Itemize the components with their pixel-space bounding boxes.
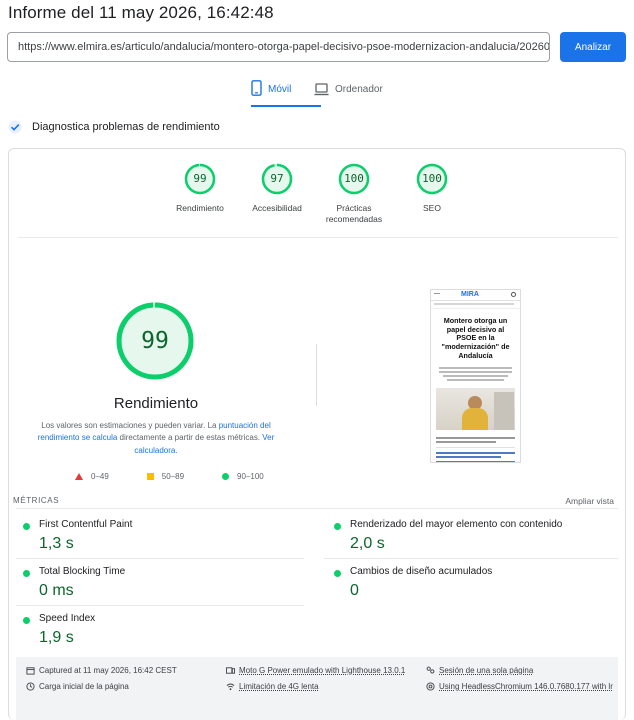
page-load-type-text: Carga inicial de la página	[39, 682, 129, 691]
active-tab-indicator	[251, 105, 321, 107]
performance-big-score: 99	[141, 328, 169, 354]
runtime-settings-footer: Captured at 11 may 2026, 16:42 CEST Carg…	[16, 657, 618, 720]
session-type-text: Sesión de una sola página	[439, 666, 534, 675]
pass-dot-icon	[334, 570, 341, 577]
pass-dot-icon	[23, 617, 30, 624]
browser-version[interactable]: Using HeadlessChromium 146.0.7680.177 wi…	[426, 681, 616, 692]
metrics-heading: MÉTRICAS	[13, 496, 60, 505]
metric-si-name: Speed Index	[39, 613, 96, 624]
tab-mobile-label: Móvil	[268, 84, 292, 95]
laptop-icon	[314, 83, 329, 96]
device-icon	[226, 667, 235, 674]
performance-category-label: Rendimiento	[176, 203, 224, 213]
report-title: Informe del 11 may 2026, 16:42:48	[8, 3, 274, 22]
thumb-photo	[436, 388, 515, 431]
tab-mobile[interactable]: Móvil	[251, 80, 321, 106]
accessibility-score: 97	[270, 172, 284, 185]
diagnose-section-header: Diagnostica problemas de rendimiento	[8, 120, 220, 134]
legend-fail-label: 0–49	[91, 472, 109, 481]
best-practices-category-label: Prácticas recomendadas	[325, 203, 383, 225]
expand-view-toggle[interactable]: Ampliar vista	[565, 496, 614, 506]
triangle-icon	[75, 473, 83, 480]
pass-dot-icon	[334, 523, 341, 530]
page-screenshot-thumbnail: MIRA Montero otorga un papel decisivo al…	[430, 289, 521, 463]
analyze-button[interactable]: Analizar	[560, 32, 626, 62]
pass-dot-icon	[23, 523, 30, 530]
legend-pass: 90–100	[222, 472, 264, 481]
browser-version-text: Using HeadlessChromium 146.0.7680.177 wi…	[439, 682, 613, 691]
seo-score: 100	[422, 172, 442, 185]
metric-si-value: 1,9 s	[39, 629, 74, 646]
accessibility-category-label: Accesibilidad	[252, 203, 302, 213]
network-throttling-text: Limitación de 4G lenta	[239, 682, 319, 691]
captured-at-text: Captured at 11 may 2026, 16:42 CEST	[39, 666, 177, 675]
circle-icon	[222, 473, 230, 480]
clock-icon	[26, 682, 35, 691]
captured-at: Captured at 11 may 2026, 16:42 CEST	[26, 665, 177, 676]
metric-fcp-value: 1,3 s	[39, 535, 74, 552]
metrics-divider	[16, 508, 618, 509]
legend-average: 50–89	[146, 472, 185, 481]
emulated-device-text: Moto G Power emulado with Lighthouse 13.…	[239, 666, 406, 675]
metric-lcp-value: 2,0 s	[350, 535, 385, 552]
thumb-header: MIRA	[431, 290, 520, 301]
legend-average-label: 50–89	[161, 472, 185, 481]
chrome-icon	[426, 682, 435, 691]
session-type[interactable]: Sesión de una sola página	[426, 665, 533, 676]
metric-cls-value: 0	[350, 582, 359, 599]
metric-fcp-name: First Contentful Paint	[39, 519, 133, 530]
explain-text-1: Los valores son estimaciones y pueden va…	[41, 421, 219, 430]
emulated-device[interactable]: Moto G Power emulado with Lighthouse 13.…	[226, 665, 405, 676]
metric-row-divider	[16, 558, 304, 559]
lighthouse-icon	[8, 120, 22, 134]
performance-score: 99	[193, 172, 207, 185]
url-input[interactable]: https://www.elmira.es/articulo/andalucia…	[7, 32, 550, 62]
thumb-headline: Montero otorga un papel decisivo al PSOE…	[441, 316, 510, 360]
seo-category-label: SEO	[423, 203, 441, 213]
users-icon	[426, 666, 435, 674]
device-tabs: Móvil Ordenador	[0, 80, 634, 108]
metric-row-divider	[324, 558, 618, 559]
performance-explanation: Los valores son estimaciones y pueden va…	[33, 420, 279, 457]
calendar-icon	[26, 667, 35, 675]
metric-tbt-name: Total Blocking Time	[39, 566, 126, 577]
network-throttling[interactable]: Limitación de 4G lenta	[226, 681, 319, 692]
performance-big-label: Rendimiento	[113, 395, 199, 412]
diagnose-label: Diagnostica problemas de rendimiento	[32, 121, 220, 133]
section-divider	[18, 237, 618, 238]
metric-cls-name: Cambios de diseño acumulados	[350, 566, 493, 577]
wifi-icon	[226, 683, 235, 691]
metric-lcp-name: Renderizado del mayor elemento con conte…	[350, 519, 563, 530]
thumb-logo: MIRA	[461, 291, 479, 298]
square-icon	[146, 473, 154, 480]
legend-pass-label: 90–100	[237, 472, 264, 481]
metric-tbt-value: 0 ms	[39, 582, 74, 599]
vertical-divider	[316, 344, 317, 406]
thumb-subtext	[431, 363, 520, 385]
score-legend: 0–49 50–89 90–100	[75, 472, 302, 481]
legend-fail: 0–49	[75, 472, 109, 481]
tab-desktop-label: Ordenador	[335, 84, 383, 95]
explain-text-2: directamente a partir de estas métricas.	[117, 433, 263, 443]
tab-desktop[interactable]: Ordenador	[314, 80, 383, 106]
thumb-body	[431, 433, 520, 462]
smartphone-icon	[251, 80, 262, 96]
page-load-type: Carga inicial de la página	[26, 681, 129, 692]
pass-dot-icon	[23, 570, 30, 577]
metric-row-divider	[16, 605, 304, 606]
best-practices-score: 100	[344, 172, 364, 185]
